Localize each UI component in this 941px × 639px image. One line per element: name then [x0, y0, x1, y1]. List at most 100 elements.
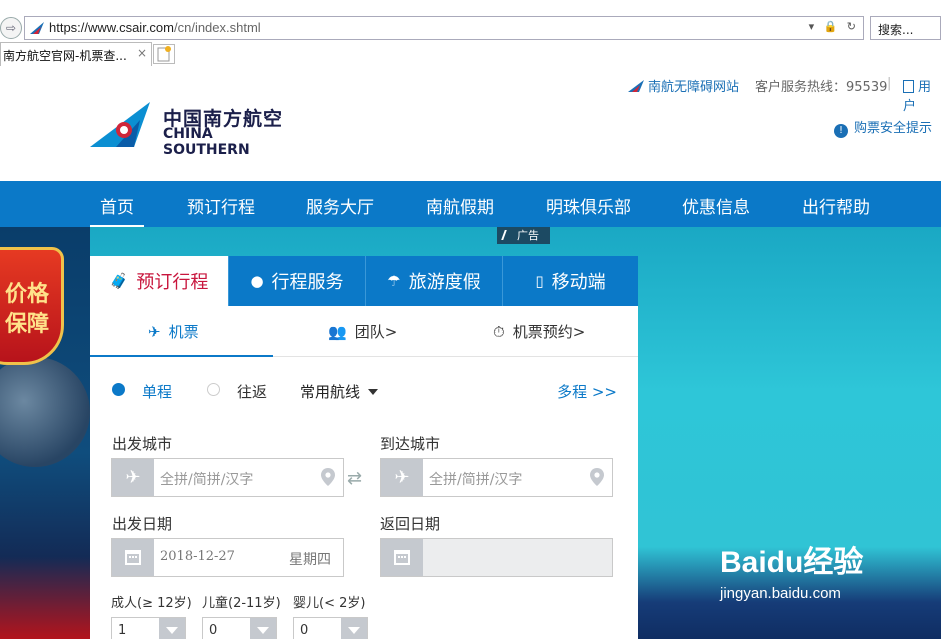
arrive-city-label: 到达城市 — [380, 435, 441, 453]
tab-holidays[interactable]: ☂ 旅游度假 — [365, 256, 502, 306]
safety-tip-link[interactable]: ! 购票安全提示 — [834, 117, 932, 138]
return-date-label: 返回日期 — [380, 515, 441, 533]
calendar-icon — [125, 550, 141, 565]
location-pin-icon — [590, 468, 604, 486]
depart-date-value: 2018-12-27 — [160, 549, 235, 564]
logo-mini-icon — [628, 80, 644, 92]
browser-tab[interactable]: 南方航空官网-机票查... × — [0, 42, 152, 66]
hotline-text: 客户服务热线：95539 — [755, 80, 888, 95]
oneway-label[interactable]: 单程 — [142, 381, 172, 402]
main-nav: 首页 预订行程 服务大厅 南航假期 明珠俱乐部 优惠信息 出行帮助 — [0, 181, 941, 227]
watermark-main: Baidu经验 — [720, 546, 864, 579]
browser-search-field[interactable]: 搜索... — [870, 16, 941, 40]
nav-holidays[interactable]: 南航假期 — [426, 193, 494, 218]
adult-label: 成人(≥ 12岁) — [111, 596, 192, 611]
location-pin-icon — [321, 468, 335, 486]
url-text: https://www.csair.com/cn/index.shtml — [49, 20, 261, 35]
nav-service[interactable]: 服务大厅 — [306, 193, 374, 218]
arrive-city-input[interactable]: ✈ 全拼/简拼/汉字 — [380, 458, 613, 497]
nav-club[interactable]: 明珠俱乐部 — [546, 193, 631, 218]
multi-city-link[interactable]: 多程 >> — [557, 381, 617, 402]
clock-plane-icon: ⏱ — [493, 322, 505, 341]
adult-count-select[interactable]: 1 — [111, 617, 186, 639]
baidu-watermark: Baidu经验 jingyan.baidu.com — [720, 537, 863, 602]
suitcase-icon: 🧳 — [109, 272, 129, 290]
subtab-flights[interactable]: ✈ 机票 — [148, 321, 199, 342]
depart-date-input[interactable]: 2018-12-27 星期四 — [111, 538, 344, 577]
hero-left-image: 价格 保障 — [0, 227, 90, 639]
tab-label: 行程服务 — [271, 272, 344, 293]
nav-home[interactable]: 首页 — [100, 193, 134, 218]
person-icon: ● — [250, 272, 264, 290]
depart-date-label: 出发日期 — [112, 515, 173, 533]
china-southern-logo[interactable]: 中国南方航空 CHINA SOUTHERN — [90, 102, 295, 158]
site-header: 南航无障碍网站 客户服务热线：95539 | 用户 中国南方航空 CHINA S… — [0, 66, 941, 181]
nav-booking[interactable]: 预订行程 — [187, 193, 255, 218]
chevron-down-icon — [250, 618, 276, 639]
depart-city-input[interactable]: ✈ 全拼/简拼/汉字 — [111, 458, 344, 497]
booking-subtabs: ✈ 机票 👥 团队> ⏱ 机票预约> — [90, 306, 638, 357]
divider: | — [887, 76, 892, 91]
phone-icon: ▯ — [535, 272, 544, 290]
return-label[interactable]: 往返 — [237, 381, 267, 402]
infant-count-value: 0 — [300, 623, 309, 638]
child-count-select[interactable]: 0 — [202, 617, 277, 639]
nav-help[interactable]: 出行帮助 — [802, 193, 870, 218]
nav-promotions[interactable]: 优惠信息 — [682, 193, 750, 218]
plane-icon: ✈ — [148, 322, 161, 341]
swap-cities-icon[interactable]: ⇄ — [347, 468, 362, 489]
tab-label: 预订行程 — [136, 272, 209, 293]
calendar-box — [112, 539, 154, 576]
group-icon: 👥 — [328, 322, 347, 341]
watermark-sub: jingyan.baidu.com — [720, 585, 841, 602]
close-icon[interactable]: × — [137, 46, 147, 60]
new-tab-icon — [157, 46, 171, 62]
arrive-city-placeholder: 全拼/简拼/汉字 — [429, 472, 523, 488]
tab-mobile[interactable]: ▯ 移动端 — [502, 256, 638, 306]
oneway-radio[interactable] — [112, 383, 125, 396]
depart-weekday: 星期四 — [289, 552, 331, 568]
whale-shark-image — [0, 357, 90, 467]
depart-city-label: 出发城市 — [112, 435, 173, 453]
ad-label: 广告 — [497, 227, 550, 244]
badge-line1: 价格 — [5, 282, 50, 307]
browser-address-bar: ⇨ https://www.csair.com/cn/index.shtml ▾… — [0, 15, 941, 41]
child-count-value: 0 — [209, 623, 218, 638]
info-icon: ! — [834, 124, 848, 138]
routes-label: 常用航线 — [300, 383, 361, 401]
subtab-active-indicator — [90, 355, 273, 357]
new-tab-button[interactable] — [153, 44, 175, 64]
user-link[interactable]: 用户 — [903, 76, 941, 114]
common-routes-dropdown[interactable]: 常用航线 — [300, 381, 379, 402]
subtab-group[interactable]: 👥 团队> — [328, 321, 397, 342]
tab-trip-service[interactable]: ● 行程服务 — [228, 256, 365, 306]
calendar-icon — [394, 550, 410, 565]
return-radio[interactable] — [207, 383, 220, 396]
palm-tree-icon: ☂ — [387, 272, 401, 290]
depart-city-placeholder: 全拼/简拼/汉字 — [160, 472, 254, 488]
subtab-label: 机票 — [168, 323, 199, 341]
chevron-down-icon — [341, 618, 367, 639]
subtab-label: 机票预约> — [512, 323, 586, 341]
back-button[interactable]: ⇨ — [0, 17, 22, 39]
accessibility-label: 南航无障碍网站 — [648, 80, 740, 95]
safety-tip-label: 购票安全提示 — [854, 121, 933, 136]
subtab-reserve[interactable]: ⏱ 机票预约> — [493, 321, 585, 342]
booking-panel: 🧳 预订行程 ● 行程服务 ☂ 旅游度假 ▯ 移动端 ✈ 机票 👥 团队> ⏱ 机票预约> 单… — [90, 256, 638, 639]
arrow-right-icon: ⇨ — [5, 21, 17, 35]
infant-count-select[interactable]: 0 — [293, 617, 368, 639]
adult-count-value: 1 — [118, 623, 127, 638]
child-label: 儿童(2-11岁) — [202, 596, 281, 611]
calendar-box — [381, 539, 423, 576]
price-guarantee-badge: 价格 保障 — [0, 247, 64, 365]
tab-title: 南方航空官网-机票查... — [3, 49, 127, 63]
chevron-down-icon — [159, 618, 185, 639]
return-date-input[interactable] — [380, 538, 613, 577]
takeoff-icon: ✈ — [112, 459, 154, 496]
url-controls[interactable]: ▾ 🔒 ↻ — [809, 20, 859, 33]
accessibility-link[interactable]: 南航无障碍网站 — [628, 76, 739, 95]
document-icon — [903, 80, 914, 93]
tab-booking[interactable]: 🧳 预订行程 — [90, 256, 228, 306]
url-field[interactable]: https://www.csair.com/cn/index.shtml ▾ 🔒… — [24, 16, 864, 40]
badge-line2: 保障 — [5, 312, 50, 337]
